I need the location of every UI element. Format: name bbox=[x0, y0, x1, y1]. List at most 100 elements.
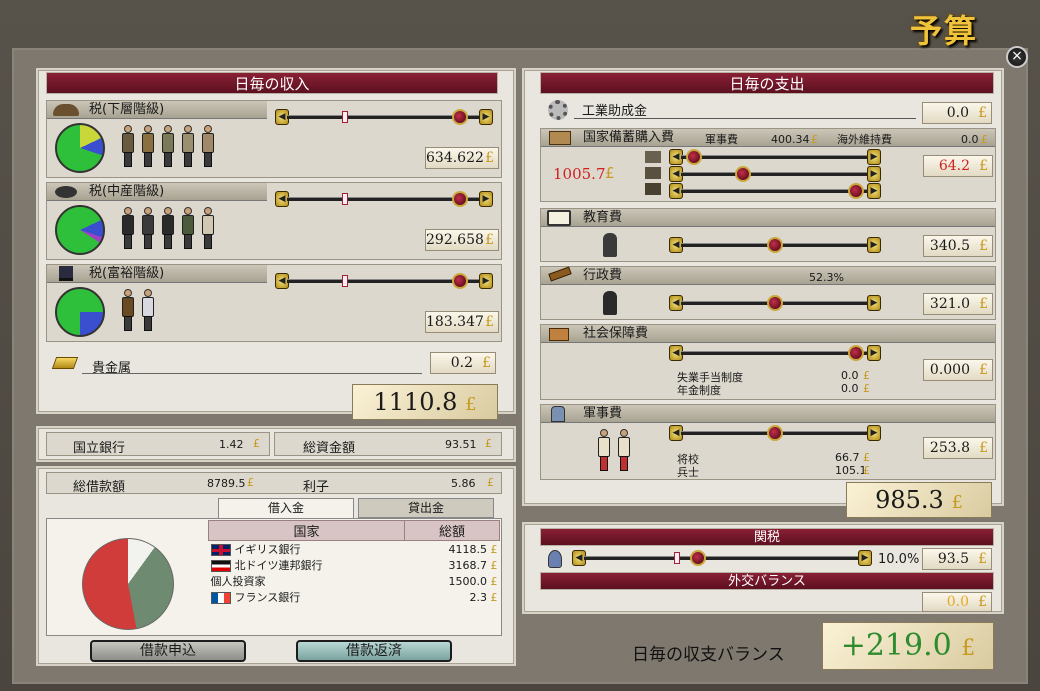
stockpile-army-slider[interactable]: ◀ ▶ bbox=[669, 149, 881, 165]
total-loans-label: 総借款額 bbox=[73, 480, 126, 495]
social-slider[interactable]: ◀ ▶ bbox=[669, 345, 881, 361]
lender-name: イギリス銀行 bbox=[234, 543, 301, 556]
middle-population-figures bbox=[121, 207, 215, 249]
total-reserve-box: 総資金額 93.51 £ bbox=[274, 432, 502, 456]
pension-value: 0.0 bbox=[841, 382, 859, 395]
repay-loan-button[interactable]: 借款返済 bbox=[296, 640, 452, 662]
tax-strip: 税(富裕階級) bbox=[47, 265, 267, 283]
administration-percent: 52.3% bbox=[809, 271, 844, 284]
slider-increase-button[interactable]: ▶ bbox=[867, 295, 881, 311]
pop-figure bbox=[201, 207, 215, 249]
social-value: 0.000 £ bbox=[923, 359, 993, 381]
table-row[interactable]: イギリス銀行 4118.5 £ bbox=[209, 541, 500, 558]
slider-knob[interactable] bbox=[686, 149, 703, 165]
pop-figure bbox=[201, 125, 215, 167]
army-icon bbox=[645, 151, 661, 163]
soldiers-label: 兵士 bbox=[677, 466, 699, 479]
tax-middle-value: 292.658 £ bbox=[425, 229, 499, 251]
pop-figure bbox=[617, 429, 631, 471]
national-bank-box: 国立銀行 1.42 £ bbox=[46, 432, 270, 456]
take-loan-button[interactable]: 借款申込 bbox=[90, 640, 246, 662]
tax-poor-slider[interactable]: ◀ ▶ bbox=[275, 109, 493, 125]
slider-knob[interactable] bbox=[452, 109, 469, 125]
gold-value: 0.2 £ bbox=[430, 352, 496, 374]
slider-increase-button[interactable]: ▶ bbox=[867, 345, 881, 361]
slider-knob[interactable] bbox=[847, 345, 864, 361]
social-section: 社会保障費 ◀ ▶ 失業手当制度 0.0 £ 年金制度 0.0 £ 0.000 £ bbox=[540, 324, 996, 400]
slider-increase-button[interactable]: ▶ bbox=[479, 273, 493, 289]
slider-track bbox=[681, 172, 869, 176]
income-panel: 日毎の収入 税(下層階級) ◀ ▶ 634.622 £ 税(中産階級) ◀ ▶ … bbox=[36, 68, 516, 414]
lender-name: 個人投資家 bbox=[210, 575, 266, 588]
loan-table-header: 国家 総額 bbox=[208, 520, 500, 541]
bowler-hat-icon bbox=[55, 186, 77, 198]
tariff-panel: 関税 ◀ ▶ 10.0% 93.5 £ 外交バランス 0.0 £ bbox=[522, 522, 1004, 614]
slider-increase-button[interactable]: ▶ bbox=[867, 183, 881, 199]
slider-increase-button[interactable]: ▶ bbox=[479, 191, 493, 207]
france-flag-icon bbox=[210, 592, 231, 604]
social-label: 社会保障費 bbox=[583, 326, 649, 341]
education-label: 教育費 bbox=[583, 210, 623, 225]
stockpile-overseas-value: 0.0 bbox=[961, 133, 979, 146]
slider-increase-button[interactable]: ▶ bbox=[867, 166, 881, 182]
table-row[interactable]: 個人投資家 1500.0 £ bbox=[209, 573, 500, 589]
pop-figure bbox=[141, 289, 155, 331]
slider-knob[interactable] bbox=[690, 550, 706, 566]
lender-name: 北ドイツ連邦銀行 bbox=[234, 559, 323, 572]
close-button[interactable]: × bbox=[1006, 46, 1028, 68]
slider-knob[interactable] bbox=[767, 425, 783, 441]
slider-track bbox=[681, 351, 869, 355]
military-strip: 軍事費 bbox=[541, 405, 995, 423]
tax-strip: 税(中産階級) bbox=[47, 183, 267, 201]
tax-row-middle: 税(中産階級) ◀ ▶ 292.658 £ bbox=[46, 182, 502, 260]
slider-increase-button[interactable]: ▶ bbox=[867, 149, 881, 165]
pop-figure bbox=[141, 207, 155, 249]
slider-increase-button[interactable]: ▶ bbox=[867, 237, 881, 253]
slider-knob[interactable] bbox=[452, 273, 469, 289]
tab-lent[interactable]: 貸出金 bbox=[358, 498, 494, 518]
slider-knob[interactable] bbox=[847, 183, 864, 199]
stockpile-section: 国家備蓄購入費 軍事費 400.34 £ 海外維持費 0.0 £ 1005.7 … bbox=[540, 128, 996, 202]
stockpile-industry-slider[interactable]: ◀ ▶ bbox=[669, 183, 881, 199]
tab-borrowed[interactable]: 借入金 bbox=[218, 498, 354, 518]
administration-slider[interactable]: ◀ ▶ bbox=[669, 295, 881, 311]
north-german-flag-icon bbox=[210, 560, 231, 572]
gold-bar-icon bbox=[51, 357, 79, 369]
military-slider[interactable]: ◀ ▶ bbox=[669, 425, 881, 441]
slider-min-mark bbox=[341, 275, 348, 287]
slider-increase-button[interactable]: ▶ bbox=[479, 109, 493, 125]
slider-knob[interactable] bbox=[767, 237, 783, 253]
slider-increase-button[interactable]: ▶ bbox=[867, 425, 881, 441]
stockpile-military-value: 400.34 bbox=[771, 133, 810, 146]
pound-icon: £ bbox=[487, 476, 494, 489]
pound-icon: £ bbox=[979, 440, 988, 456]
pound-icon: £ bbox=[482, 355, 491, 371]
pound-icon: £ bbox=[981, 133, 988, 146]
diplomatic-balance-value: 0.0 £ bbox=[922, 592, 992, 612]
tax-poor-value: 634.622 £ bbox=[425, 147, 499, 169]
slider-min-mark bbox=[341, 111, 348, 123]
education-slider[interactable]: ◀ ▶ bbox=[669, 237, 881, 253]
tariff-slider[interactable]: ◀ ▶ bbox=[572, 550, 872, 566]
pop-figure bbox=[141, 125, 155, 167]
factory-icon bbox=[645, 183, 661, 195]
slider-knob[interactable] bbox=[767, 295, 783, 311]
slider-knob[interactable] bbox=[452, 191, 469, 207]
expenses-total: 985.3 £ bbox=[846, 482, 992, 518]
clerk-icon bbox=[603, 291, 617, 315]
gavel-icon bbox=[548, 266, 572, 282]
lender-amount: 2.3 bbox=[469, 590, 488, 604]
slider-knob[interactable] bbox=[735, 166, 752, 182]
tax-rich-slider[interactable]: ◀ ▶ bbox=[275, 273, 493, 289]
tax-middle-slider[interactable]: ◀ ▶ bbox=[275, 191, 493, 207]
slider-increase-button[interactable]: ▶ bbox=[858, 550, 872, 566]
table-row[interactable]: 北ドイツ連邦銀行 3168.7 £ bbox=[209, 557, 500, 573]
table-row[interactable]: フランス銀行 2.3 £ bbox=[209, 589, 500, 605]
stockpile-navy-slider[interactable]: ◀ ▶ bbox=[669, 166, 881, 182]
stockpile-military-label: 軍事費 bbox=[705, 133, 738, 146]
pension-label: 年金制度 bbox=[677, 384, 721, 397]
pound-icon: £ bbox=[863, 464, 870, 477]
total-reserve-value: 93.51 bbox=[445, 438, 477, 451]
social-strip: 社会保障費 bbox=[541, 325, 995, 343]
pound-icon: £ bbox=[863, 369, 870, 382]
